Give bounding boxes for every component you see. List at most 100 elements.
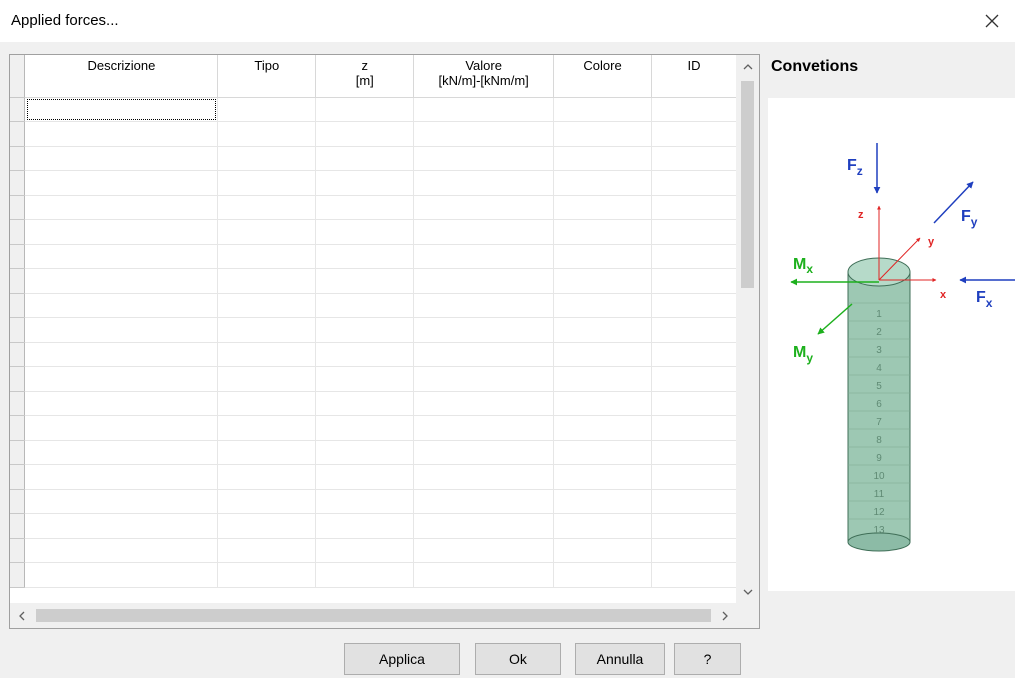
grid-cell[interactable] — [651, 562, 737, 588]
grid-cell[interactable] — [24, 366, 219, 392]
close-button[interactable] — [969, 0, 1015, 42]
grid-cell[interactable] — [24, 317, 219, 343]
table-row[interactable] — [10, 121, 737, 147]
grid-cell[interactable] — [553, 440, 653, 465]
grid-cell[interactable] — [24, 170, 219, 196]
grid-cell[interactable] — [651, 146, 737, 171]
grid-cell[interactable] — [24, 342, 219, 367]
table-row[interactable] — [10, 391, 737, 416]
grid-cell[interactable] — [413, 366, 555, 392]
forces-grid[interactable]: Descrizione Tipo z [m] Valore [kN/m]-[kNm/m] C… — [9, 54, 760, 629]
table-row[interactable] — [10, 195, 737, 220]
table-row[interactable] — [10, 219, 737, 245]
grid-cell[interactable] — [24, 513, 219, 539]
grid-cell[interactable] — [413, 195, 555, 220]
grid-cell[interactable] — [413, 244, 555, 269]
grid-cell[interactable] — [24, 293, 219, 318]
grid-cell[interactable] — [24, 97, 219, 122]
grid-cell[interactable] — [553, 366, 653, 392]
row-header[interactable] — [10, 513, 26, 539]
grid-cell[interactable] — [217, 146, 317, 171]
grid-cell[interactable] — [651, 293, 737, 318]
table-row[interactable] — [10, 268, 737, 294]
row-header[interactable] — [10, 121, 26, 147]
grid-cell[interactable] — [553, 170, 653, 196]
grid-cell[interactable] — [217, 317, 317, 343]
grid-cell[interactable] — [315, 97, 415, 122]
grid-cell[interactable] — [413, 268, 555, 294]
grid-cell[interactable] — [651, 489, 737, 514]
scroll-left-button[interactable] — [10, 603, 34, 628]
grid-cell[interactable] — [217, 513, 317, 539]
grid-cell[interactable] — [24, 415, 219, 441]
grid-cell[interactable] — [24, 464, 219, 490]
scroll-right-button[interactable] — [713, 603, 737, 628]
grid-cell[interactable] — [315, 440, 415, 465]
grid-cell[interactable] — [217, 440, 317, 465]
grid-cell[interactable] — [217, 366, 317, 392]
grid-cell[interactable] — [315, 293, 415, 318]
grid-cell[interactable] — [553, 293, 653, 318]
grid-cell[interactable] — [315, 146, 415, 171]
row-header[interactable] — [10, 440, 26, 465]
row-header[interactable] — [10, 366, 26, 392]
grid-cell[interactable] — [553, 317, 653, 343]
grid-cell[interactable] — [24, 391, 219, 416]
grid-cell[interactable] — [315, 562, 415, 588]
row-header[interactable] — [10, 195, 26, 220]
grid-cell[interactable] — [24, 244, 219, 269]
table-row[interactable] — [10, 489, 737, 514]
grid-cell[interactable] — [413, 97, 555, 122]
grid-cell[interactable] — [553, 97, 653, 122]
grid-cell[interactable] — [315, 513, 415, 539]
table-row[interactable] — [10, 342, 737, 367]
table-row[interactable] — [10, 464, 737, 490]
grid-cell[interactable] — [217, 489, 317, 514]
grid-cell[interactable] — [553, 121, 653, 147]
table-row[interactable] — [10, 440, 737, 465]
grid-cell[interactable] — [413, 170, 555, 196]
grid-cell[interactable] — [553, 513, 653, 539]
row-header[interactable] — [10, 562, 26, 588]
row-header[interactable] — [10, 293, 26, 318]
grid-cell[interactable] — [24, 489, 219, 514]
grid-cell[interactable] — [651, 97, 737, 122]
row-header[interactable] — [10, 219, 26, 245]
horizontal-scrollbar[interactable] — [10, 603, 737, 628]
grid-cell[interactable] — [413, 391, 555, 416]
scroll-down-button[interactable] — [736, 580, 759, 604]
grid-cell[interactable] — [553, 268, 653, 294]
grid-cell[interactable] — [553, 391, 653, 416]
grid-cell[interactable] — [553, 562, 653, 588]
grid-cell[interactable] — [24, 195, 219, 220]
grid-cell[interactable] — [217, 342, 317, 367]
grid-cell[interactable] — [413, 121, 555, 147]
grid-cell[interactable] — [315, 244, 415, 269]
grid-cell[interactable] — [413, 219, 555, 245]
table-row[interactable] — [10, 562, 737, 588]
grid-cell[interactable] — [315, 489, 415, 514]
row-header[interactable] — [10, 415, 26, 441]
grid-cell[interactable] — [553, 146, 653, 171]
grid-cell[interactable] — [651, 244, 737, 269]
grid-cell[interactable] — [651, 170, 737, 196]
grid-cell[interactable] — [217, 464, 317, 490]
row-header[interactable] — [10, 317, 26, 343]
grid-cell[interactable] — [24, 562, 219, 588]
grid-cell[interactable] — [315, 219, 415, 245]
row-header[interactable] — [10, 342, 26, 367]
grid-cell[interactable] — [217, 170, 317, 196]
grid-cell[interactable] — [553, 195, 653, 220]
grid-cell[interactable] — [24, 538, 219, 563]
grid-cell[interactable] — [651, 342, 737, 367]
row-header[interactable] — [10, 244, 26, 269]
grid-cell[interactable] — [315, 538, 415, 563]
grid-cell[interactable] — [413, 317, 555, 343]
grid-cell[interactable] — [24, 268, 219, 294]
grid-cell[interactable] — [651, 464, 737, 490]
grid-cell[interactable] — [413, 489, 555, 514]
table-row[interactable] — [10, 415, 737, 441]
grid-cell[interactable] — [217, 293, 317, 318]
grid-cell[interactable] — [315, 195, 415, 220]
help-button[interactable]: ? — [674, 643, 741, 675]
